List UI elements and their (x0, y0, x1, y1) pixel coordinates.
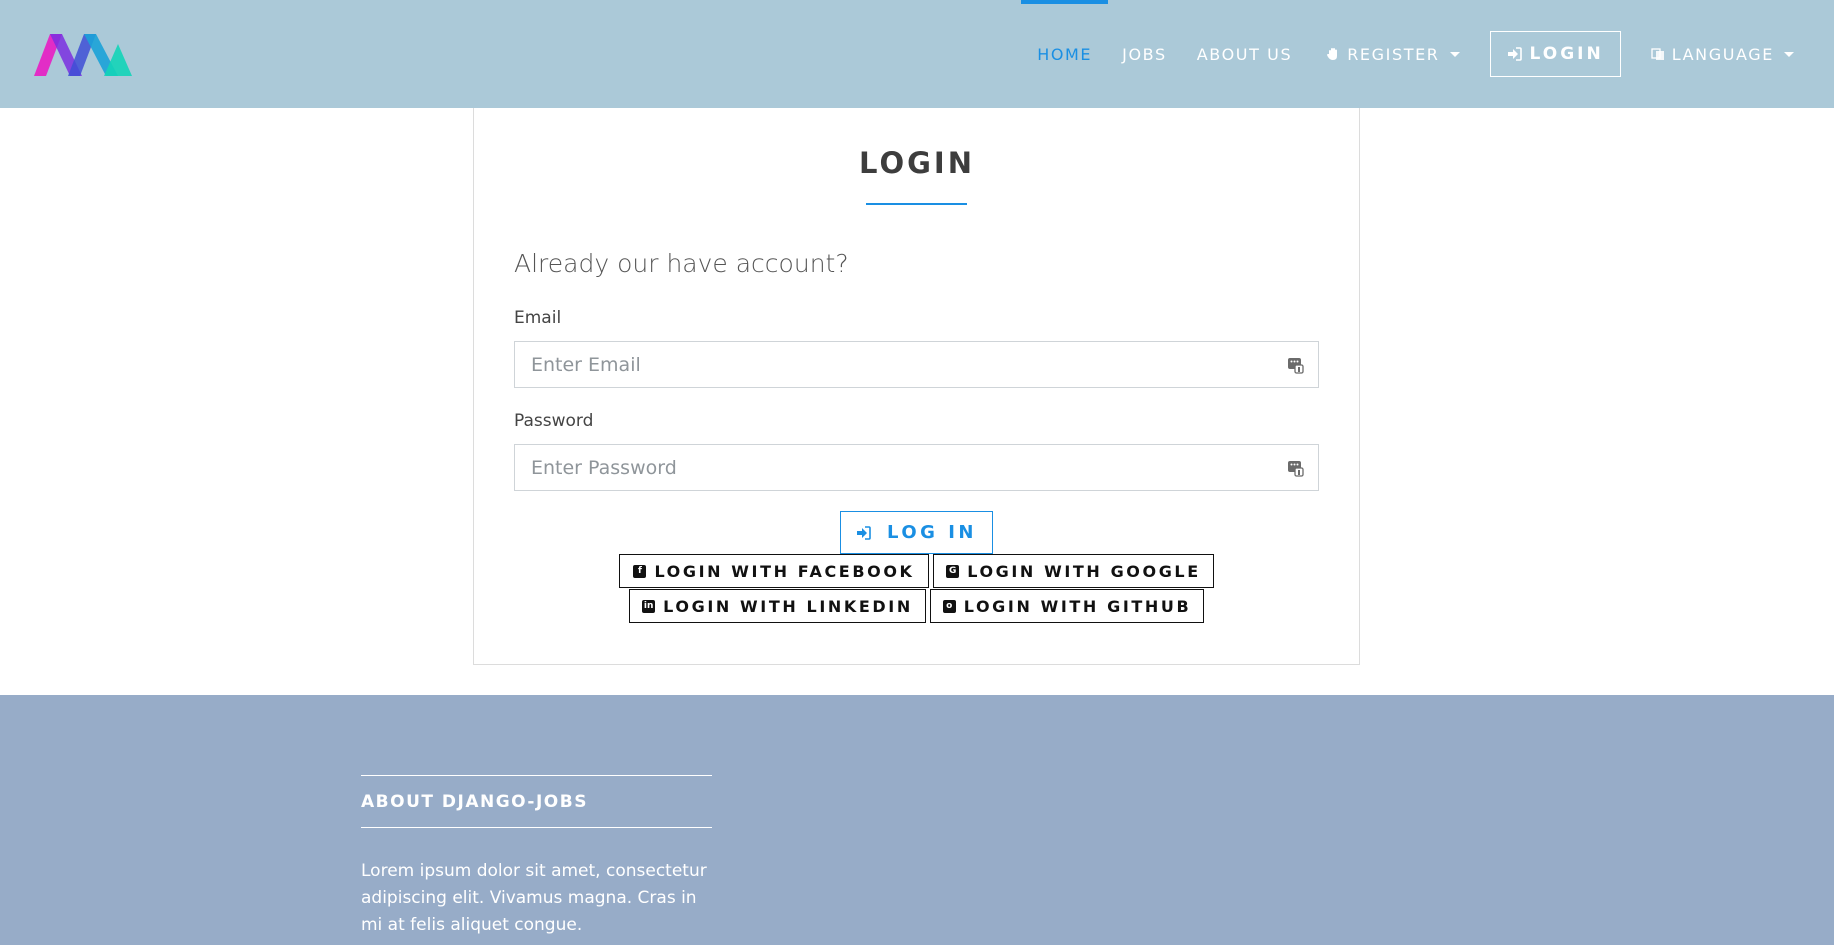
password-manager-icon[interactable] (1287, 356, 1304, 374)
footer-divider-bottom (361, 827, 712, 828)
nav-home-label: HOME (1037, 44, 1093, 64)
nav-about-us[interactable]: ABOUT US (1197, 0, 1292, 108)
github-button-label: LOGIN WITH GITHUB (963, 596, 1192, 616)
title-underline (866, 203, 967, 205)
linkedin-button-label: LOGIN WITH LINKEDIN (663, 596, 913, 616)
hand-icon (1327, 48, 1338, 60)
google-icon: G (946, 564, 960, 578)
login-with-linkedin-button[interactable]: in LOGIN WITH LINKEDIN (629, 589, 926, 623)
nav-register-dropdown[interactable]: REGISTER (1326, 0, 1460, 108)
sign-in-icon (857, 525, 871, 540)
nav-login-button[interactable]: LOGIN (1489, 31, 1621, 77)
footer (0, 695, 1834, 945)
log-in-button[interactable]: LOG IN (840, 511, 993, 554)
nav-menu: HOME JOBS ABOUT US REGISTER LOGIN LANGUA… (1007, 0, 1794, 108)
nav-language-label: LANGUAGE (1671, 44, 1774, 64)
login-subtitle: Already our have account? (514, 249, 849, 278)
footer-divider-top (361, 775, 712, 776)
linkedin-icon: in (642, 599, 656, 613)
brand-logo[interactable] (34, 32, 132, 76)
github-icon: o (942, 599, 956, 613)
password-field (514, 444, 1319, 491)
google-button-label: LOGIN WITH GOOGLE (967, 561, 1201, 581)
login-with-github-button[interactable]: o LOGIN WITH GITHUB (930, 589, 1204, 623)
sign-in-icon (1507, 47, 1522, 61)
nav-language-dropdown[interactable]: LANGUAGE (1651, 0, 1794, 108)
email-input[interactable] (515, 342, 1318, 387)
log-in-button-label: LOG IN (887, 522, 977, 543)
password-label: Password (514, 411, 594, 431)
facebook-icon: f (633, 564, 647, 578)
email-field (514, 341, 1319, 388)
nav-register-label: REGISTER (1347, 44, 1440, 64)
login-title: LOGIN (859, 146, 975, 180)
footer-heading: ABOUT DJANGO-JOBS (361, 792, 588, 812)
password-manager-icon[interactable] (1287, 459, 1304, 477)
nav-about-us-label: ABOUT US (1196, 44, 1293, 64)
chevron-down-icon (1449, 51, 1460, 57)
nav-jobs-label: JOBS (1122, 44, 1167, 64)
nav-jobs[interactable]: JOBS (1122, 0, 1167, 108)
chevron-down-icon (1784, 51, 1794, 57)
facebook-button-label: LOGIN WITH FACEBOOK (654, 561, 915, 581)
login-with-google-button[interactable]: G LOGIN WITH GOOGLE (933, 554, 1214, 588)
password-input[interactable] (515, 445, 1318, 490)
nav-home[interactable]: HOME (1021, 0, 1109, 108)
language-icon (1651, 48, 1664, 60)
top-navbar: HOME JOBS ABOUT US REGISTER LOGIN LANGUA… (0, 0, 1834, 108)
footer-about-text: Lorem ipsum dolor sit amet, consectetur … (361, 861, 707, 935)
nav-login-label: LOGIN (1529, 44, 1604, 64)
email-label: Email (514, 308, 562, 328)
login-with-facebook-button[interactable]: f LOGIN WITH FACEBOOK (619, 554, 929, 588)
